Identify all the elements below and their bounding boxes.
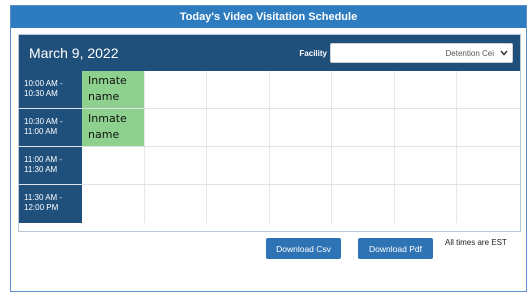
inmate-name-line-2: name — [88, 90, 120, 103]
time-slot-label: 11:00 AM -11:30 AM — [19, 147, 83, 184]
inmate-name-line-2: name — [88, 128, 120, 141]
empty-slot[interactable] — [394, 147, 458, 184]
empty-slot[interactable] — [82, 147, 145, 184]
schedule-header: March 9, 2022 Facility Detention Cei — [19, 35, 520, 71]
time-slot-end: 12:00 PM — [24, 203, 59, 212]
schedule-row: 11:30 AM -12:00 PM — [19, 185, 520, 223]
inmate-name-line-1: Inmate — [88, 112, 127, 125]
booked-slot[interactable]: Inmate name — [82, 109, 145, 146]
empty-slot[interactable] — [457, 147, 520, 184]
empty-slot[interactable] — [457, 185, 520, 223]
schedule-grid: 10:00 AM -10:30 AM Inmate name 10:30 AM -… — [19, 71, 521, 223]
time-slot-end: 11:00 AM — [24, 127, 58, 136]
download-csv-button[interactable]: Download Csv — [266, 238, 341, 259]
timezone-note: All times are EST — [445, 238, 507, 247]
empty-slot[interactable] — [394, 185, 458, 223]
visitation-window: Today's Video Visitation Schedule March … — [10, 5, 527, 292]
time-slot-label: 10:00 AM -10:30 AM — [19, 71, 83, 108]
time-slot-label: 11:30 AM -12:00 PM — [19, 185, 83, 223]
empty-slot[interactable] — [269, 109, 333, 146]
schedule-row: 10:30 AM -11:00 AM Inmate name — [19, 109, 521, 147]
time-slot-start: 10:30 AM - — [24, 117, 63, 126]
empty-slot[interactable] — [144, 147, 208, 184]
empty-slot[interactable] — [457, 109, 521, 146]
empty-slot[interactable] — [269, 147, 333, 184]
inmate-name-line-1: Inmate — [88, 74, 127, 87]
empty-slot[interactable] — [457, 71, 521, 108]
empty-slot[interactable] — [207, 147, 270, 184]
time-slot-start: 11:30 AM - — [24, 193, 63, 202]
empty-slot[interactable] — [82, 185, 145, 223]
facility-label: Facility — [299, 48, 327, 58]
empty-slot[interactable] — [144, 71, 208, 108]
empty-slot[interactable] — [269, 185, 333, 223]
chevron-down-icon — [500, 50, 508, 56]
time-slot-start: 10:00 AM - — [24, 79, 63, 88]
booked-slot[interactable]: Inmate name — [82, 71, 145, 108]
time-slot-end: 11:30 AM — [24, 165, 58, 174]
empty-slot[interactable] — [332, 147, 395, 184]
schedule-date: March 9, 2022 — [29, 45, 119, 61]
empty-slot[interactable] — [332, 185, 395, 223]
time-slot-start: 11:00 AM - — [24, 155, 63, 164]
empty-slot[interactable] — [144, 185, 208, 223]
time-slot-label: 10:30 AM -11:00 AM — [19, 109, 83, 146]
empty-slot[interactable] — [394, 71, 458, 108]
schedule-row: 10:00 AM -10:30 AM Inmate name — [19, 71, 521, 109]
facility-select-value: Detention Cei — [445, 48, 494, 58]
schedule-panel: March 9, 2022 Facility Detention Cei 10:… — [18, 34, 521, 232]
schedule-row: 11:00 AM -11:30 AM — [19, 147, 520, 185]
empty-slot[interactable] — [332, 71, 395, 108]
empty-slot[interactable] — [207, 185, 270, 223]
empty-slot[interactable] — [207, 71, 270, 108]
empty-slot[interactable] — [207, 109, 270, 146]
download-pdf-button[interactable]: Download Pdf — [358, 238, 433, 259]
window-title: Today's Video Visitation Schedule — [11, 6, 526, 28]
facility-select[interactable]: Detention Cei — [330, 43, 513, 63]
empty-slot[interactable] — [332, 109, 395, 146]
empty-slot[interactable] — [269, 71, 333, 108]
empty-slot[interactable] — [394, 109, 458, 146]
empty-slot[interactable] — [144, 109, 208, 146]
time-slot-end: 10:30 AM — [24, 89, 58, 98]
